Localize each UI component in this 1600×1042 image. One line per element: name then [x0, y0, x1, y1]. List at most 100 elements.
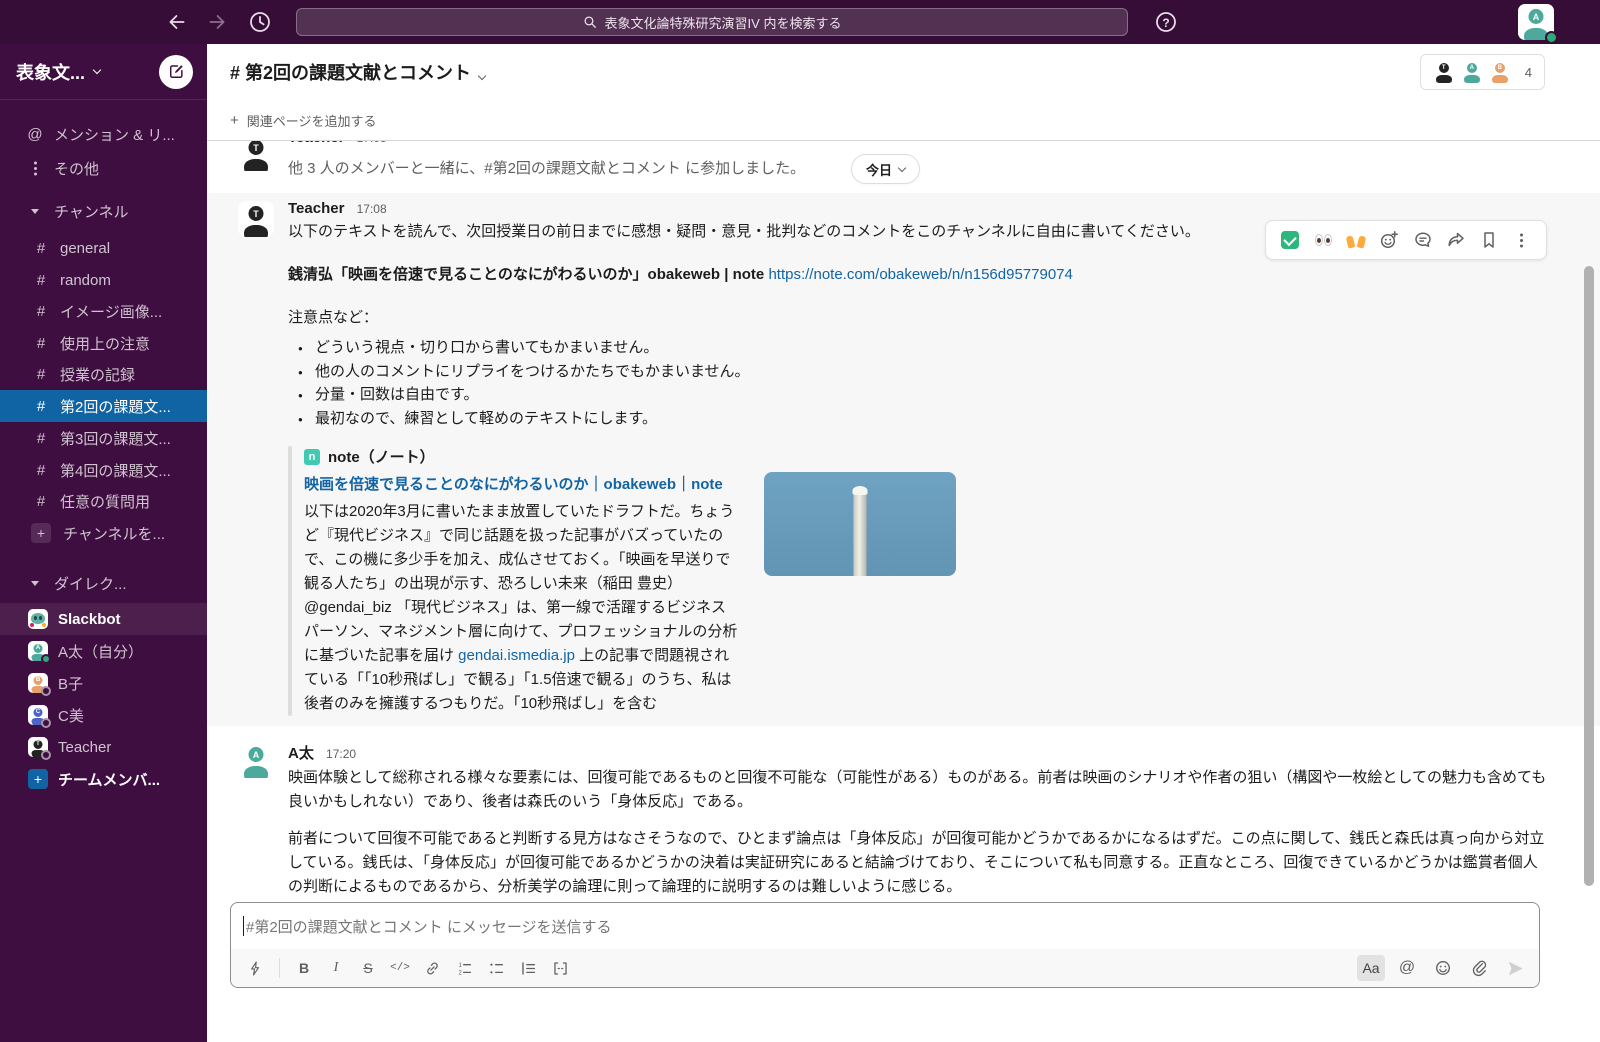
message-input[interactable]: #第2回の課題文献とコメント にメッセージを送信する	[231, 903, 1539, 949]
author-name[interactable]: Teacher	[288, 141, 344, 146]
preview-thumbnail-tower-image[interactable]	[764, 472, 956, 576]
avatar[interactable]: T	[238, 201, 274, 237]
message-author-row: Teacher 17:08	[288, 200, 1550, 217]
channels-section-header[interactable]: チャンネル	[0, 195, 207, 227]
strikethrough-icon[interactable]: S	[354, 955, 382, 981]
timestamp[interactable]: 17:08	[357, 202, 387, 216]
history-forward-icon[interactable]	[206, 11, 228, 33]
user-avatar[interactable]: A	[1518, 4, 1554, 40]
message-teacher[interactable]: T Teacher 17:08 以下のテキストを読んで、次回授業日の前日までに感…	[207, 193, 1600, 726]
message-composer: #第2回の課題文献とコメント にメッセージを送信する B I S </> 12	[230, 902, 1540, 988]
sidebar-channel-general[interactable]: # general	[0, 232, 207, 264]
add-channel-button[interactable]: + チャンネルを...	[0, 517, 207, 549]
search-bar[interactable]: 表象文化論特殊研究演習IV 内を検索する	[296, 8, 1128, 36]
sidebar-channel-random[interactable]: # random	[0, 264, 207, 296]
help-icon[interactable]: ?	[1154, 10, 1178, 34]
preview-title-link[interactable]: 映画を倍速で見ることのなにがわるいのか｜obakeweb｜note	[304, 473, 740, 496]
link-icon[interactable]	[418, 955, 446, 981]
italic-icon[interactable]: I	[322, 955, 350, 981]
dm-avatar: A	[28, 641, 48, 661]
dm-bko[interactable]: B B子	[0, 667, 207, 699]
history-back-icon[interactable]	[166, 11, 188, 33]
new-message-button[interactable]	[159, 55, 193, 89]
bullet-item: 他の人のコメントにリプライをつけるかたちでもかまいません。	[315, 360, 1550, 384]
dm-cmi[interactable]: C C美	[0, 699, 207, 731]
emoji-icon[interactable]	[1429, 955, 1457, 981]
ordered-list-icon[interactable]: 12	[450, 955, 478, 981]
add-page-tab[interactable]: + 関連ページを追加する	[230, 111, 377, 130]
dm-slackbot[interactable]: Slackbot	[0, 603, 207, 635]
avatar[interactable]: T	[238, 141, 274, 171]
at-icon: @	[26, 126, 44, 143]
save-bookmark-icon[interactable]	[1475, 226, 1503, 254]
gendai-link[interactable]: gendai.ismedia.jp	[458, 647, 575, 664]
channel-tab-bar: + 関連ページを追加する	[207, 100, 1600, 141]
presence-offline-dot	[41, 686, 51, 696]
dm-avatar: C	[28, 705, 48, 725]
member-avatar: A	[1461, 61, 1483, 83]
message-actions-toolbar	[1265, 220, 1547, 260]
sidebar-channel-images[interactable]: # イメージ画像...	[0, 295, 207, 327]
avatar[interactable]: A	[238, 742, 274, 778]
dm-section-header[interactable]: ダイレク...	[0, 567, 207, 599]
reaction-raised-hands-icon[interactable]	[1342, 226, 1370, 254]
add-reaction-icon[interactable]	[1375, 226, 1403, 254]
sidebar-channel-class-records[interactable]: # 授業の記録	[0, 358, 207, 390]
reply-in-thread-icon[interactable]	[1409, 226, 1437, 254]
message-text: 映画体験として総称される様々な要素には、回復可能であるものと回復不可能な（可能性…	[288, 766, 1550, 814]
code-icon[interactable]: </>	[386, 955, 414, 981]
author-name[interactable]: Teacher	[288, 200, 344, 217]
sidebar-item-more[interactable]: その他	[0, 152, 207, 184]
plus-icon: +	[28, 769, 48, 789]
mention-icon[interactable]: @	[1393, 955, 1421, 981]
more-actions-icon[interactable]	[1508, 226, 1536, 254]
caret-down-icon	[26, 581, 44, 586]
code-block-icon[interactable]	[546, 955, 574, 981]
caret-down-icon	[26, 209, 44, 214]
bold-icon[interactable]: B	[290, 955, 318, 981]
preview-site-row: n note（ノート）	[304, 446, 740, 467]
member-avatar: B	[1489, 61, 1511, 83]
share-message-icon[interactable]	[1442, 226, 1470, 254]
blockquote-icon[interactable]	[514, 955, 542, 981]
dm-ata-self[interactable]: A A太（自分）	[0, 635, 207, 667]
history-clock-icon[interactable]	[248, 10, 272, 34]
chevron-down-icon	[478, 72, 486, 80]
reaction-eyes-icon[interactable]	[1309, 226, 1337, 254]
shortcuts-lightning-icon[interactable]	[241, 955, 269, 981]
bulleted-list-icon[interactable]	[482, 955, 510, 981]
sidebar: 表象文... @ メンション & リ... その他 チャンネル # genera…	[0, 44, 207, 1042]
bullet-item: 最初なので、練習として軽めのテキストにします。	[315, 407, 1550, 431]
sidebar-channel-usage-notes[interactable]: # 使用上の注意	[0, 327, 207, 359]
hash-icon: #	[34, 398, 48, 415]
attach-paperclip-icon[interactable]	[1465, 955, 1493, 981]
system-message-text: 他 3 人のメンバーと一緒に、#第2回の課題文献とコメント に参加しました。	[288, 158, 1188, 180]
sidebar-channel-session4[interactable]: # 第4回の課題文...	[0, 454, 207, 486]
sidebar-channel-session3[interactable]: # 第3回の課題文...	[0, 422, 207, 454]
dm-teacher[interactable]: T Teacher	[0, 731, 207, 763]
member-count: 4	[1525, 65, 1532, 80]
date-divider-pill[interactable]: 今日	[851, 154, 920, 184]
reaction-check-mark-icon[interactable]	[1276, 226, 1304, 254]
attachment-bar	[288, 446, 292, 716]
channel-members-button[interactable]: T A B 4	[1420, 54, 1545, 90]
plus-icon: +	[230, 112, 239, 129]
scrollbar-thumb[interactable]	[1584, 266, 1594, 886]
channel-title[interactable]: # 第2回の課題文献とコメント	[230, 59, 485, 85]
show-formatting-toggle[interactable]: Aa	[1357, 955, 1385, 981]
message-ata[interactable]: A A太 17:20 映画体験として総称される様々な要素には、回復可能であるもの…	[207, 740, 1600, 899]
message-author-row: Teacher 17:05	[288, 141, 387, 146]
author-name[interactable]: A太	[288, 745, 314, 762]
svg-text:?: ?	[1162, 16, 1169, 30]
workspace-name[interactable]: 表象文...	[16, 59, 85, 85]
timestamp[interactable]: 17:20	[326, 747, 356, 761]
send-button-disabled[interactable]	[1501, 955, 1529, 981]
timestamp[interactable]: 17:05	[357, 141, 387, 145]
reading-url-link[interactable]: https://note.com/obakeweb/n/n156d9577907…	[768, 266, 1072, 283]
add-teammates-button[interactable]: + チームメンバ...	[0, 763, 207, 795]
sidebar-channel-questions[interactable]: # 任意の質問用	[0, 485, 207, 517]
sidebar-channel-session2-selected[interactable]: # 第2回の課題文...	[0, 390, 207, 422]
hash-icon: #	[34, 462, 48, 479]
sidebar-item-mentions[interactable]: @ メンション & リ...	[0, 118, 207, 150]
hash-icon: #	[34, 430, 48, 447]
